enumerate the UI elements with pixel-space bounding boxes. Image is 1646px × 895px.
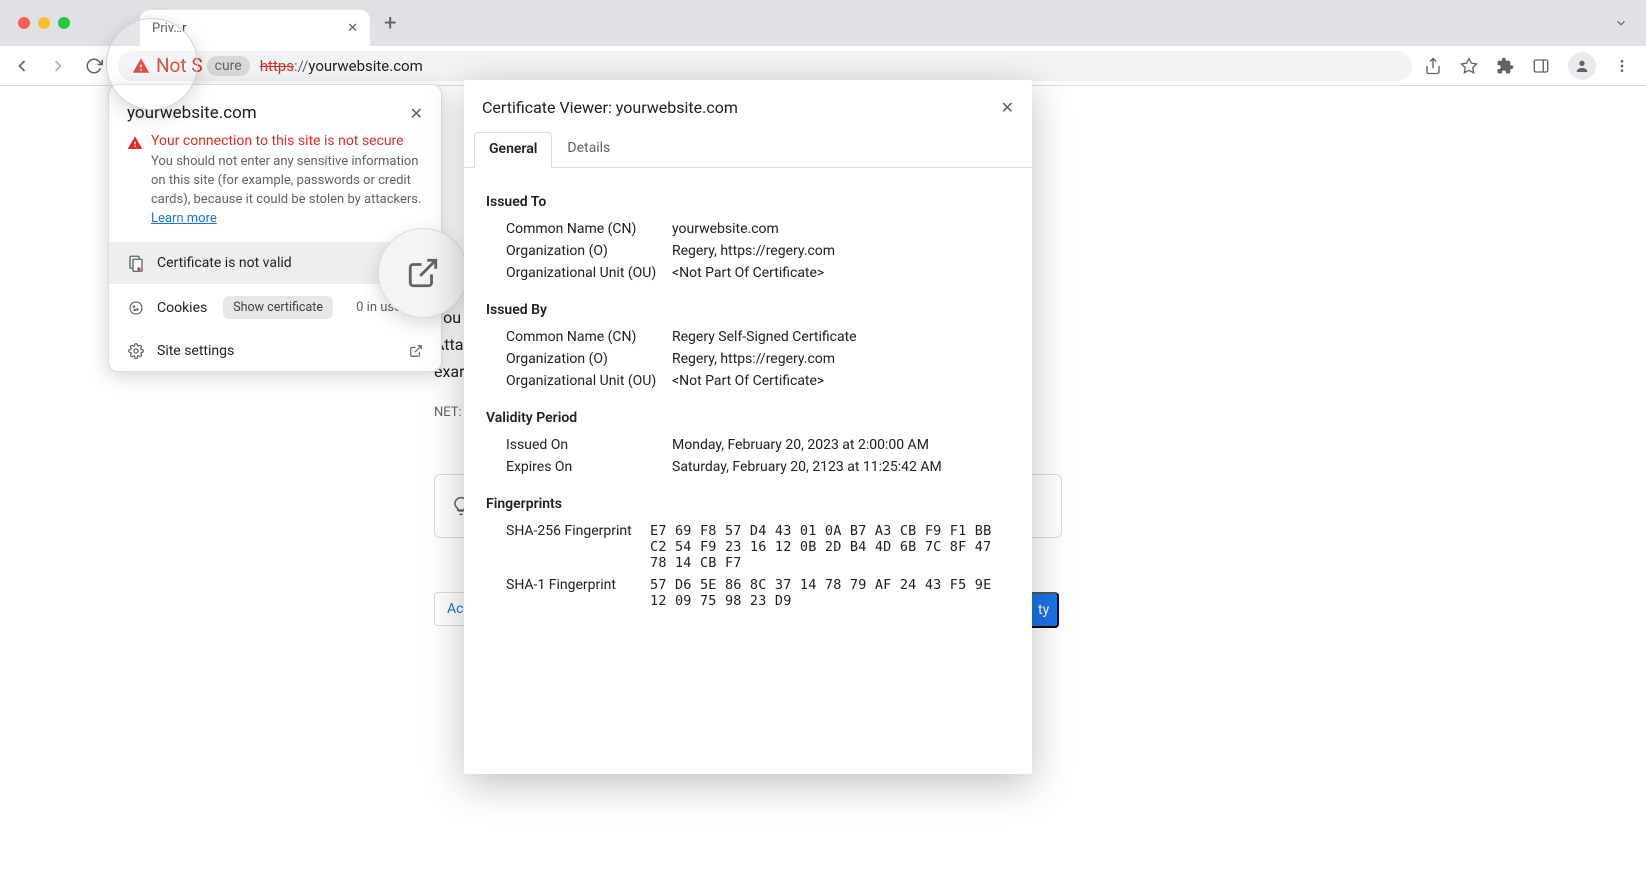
share-icon[interactable]	[1424, 57, 1442, 75]
section-validity: Validity Period	[486, 410, 1010, 426]
forward-button[interactable]	[46, 54, 70, 78]
toolbar-right	[1424, 52, 1630, 80]
show-certificate-tooltip: Show certificate	[223, 296, 333, 319]
cert-tabs: General Details	[464, 131, 1032, 168]
back-button[interactable]	[10, 54, 34, 78]
section-issued-by: Issued By	[486, 302, 1010, 318]
validity-expires-on: Saturday, February 20, 2123 at 11:25:42 …	[672, 459, 1010, 475]
issued-by-ou: <Not Part Of Certificate>	[672, 373, 1010, 389]
site-info-popup: yourwebsite.com ✕ Your connection to thi…	[108, 84, 442, 372]
site-settings-row[interactable]: Site settings	[109, 331, 441, 371]
external-link-icon	[406, 256, 440, 290]
certificate-viewer: Certificate Viewer: yourwebsite.com ✕ Ge…	[464, 80, 1032, 774]
window-controls	[18, 17, 70, 29]
warning-icon	[127, 135, 143, 151]
label-cn: Common Name (CN)	[506, 329, 672, 345]
close-tab-button[interactable]: ✕	[347, 21, 358, 36]
minimize-window-button[interactable]	[38, 17, 50, 29]
tab-details[interactable]: Details	[552, 131, 625, 167]
warning-icon	[132, 57, 150, 75]
issued-by-cn: Regery Self-Signed Certificate	[672, 329, 1010, 345]
label-sha256: SHA-256 Fingerprint	[506, 523, 650, 571]
tabs-overflow-button[interactable]	[1614, 16, 1628, 30]
sidepanel-icon[interactable]	[1532, 57, 1550, 75]
tab-strip: Priv…r ✕ +	[0, 0, 1646, 46]
fingerprint-sha1: 57 D6 5E 86 8C 37 14 78 79 AF 24 43 F5 9…	[650, 577, 1010, 609]
new-tab-button[interactable]: +	[384, 11, 396, 36]
label-o: Organization (O)	[506, 243, 672, 259]
gear-icon	[127, 343, 145, 359]
cert-body: Issued To Common Name (CN)yourwebsite.co…	[464, 168, 1032, 630]
profile-button[interactable]	[1568, 52, 1596, 80]
cert-viewer-title: Certificate Viewer: yourwebsite.com	[482, 98, 738, 117]
not-secure-label: Not S	[156, 54, 203, 77]
section-fingerprints: Fingerprints	[486, 496, 1010, 512]
menu-icon[interactable]	[1614, 58, 1630, 74]
reload-button[interactable]	[82, 54, 106, 78]
label-ou: Organizational Unit (OU)	[506, 373, 672, 389]
cookie-icon	[127, 300, 145, 316]
issued-to-o: Regery, https://regery.com	[672, 243, 1010, 259]
not-secure-chip[interactable]: Not Scure	[132, 54, 250, 77]
cookies-row-label: Cookies	[157, 300, 207, 316]
close-popup-button[interactable]: ✕	[410, 104, 423, 123]
label-o: Organization (O)	[506, 351, 672, 367]
fingerprint-sha256: E7 69 F8 57 D4 43 01 0A B7 A3 CB F9 F1 B…	[650, 523, 1010, 571]
close-cert-button[interactable]: ✕	[1001, 98, 1014, 117]
issued-to-cn: yourwebsite.com	[672, 221, 1010, 237]
section-issued-to: Issued To	[486, 194, 1010, 210]
tab-title: Priv…r	[152, 21, 187, 36]
certificate-row-label: Certificate is not valid	[157, 255, 292, 271]
address-bar[interactable]: Not Scure https://yourwebsite.com	[118, 51, 1412, 81]
certificate-icon	[127, 254, 145, 272]
validity-issued-on: Monday, February 20, 2023 at 2:00:00 AM	[672, 437, 1010, 453]
maximize-window-button[interactable]	[58, 17, 70, 29]
url-display: https://yourwebsite.com	[260, 57, 423, 75]
secure-suffix: cure	[207, 56, 250, 76]
label-issued-on: Issued On	[506, 437, 672, 453]
extensions-icon[interactable]	[1496, 57, 1514, 75]
external-link-highlight	[378, 228, 468, 318]
warning-body: You should not enter any sensitive infor…	[151, 153, 423, 228]
issued-to-ou: <Not Part Of Certificate>	[672, 265, 1010, 281]
warning-title: Your connection to this site is not secu…	[151, 133, 423, 149]
back-safety-button-fragment[interactable]: ty	[1028, 592, 1059, 628]
issued-by-o: Regery, https://regery.com	[672, 351, 1010, 367]
label-cn: Common Name (CN)	[506, 221, 672, 237]
external-link-icon	[409, 344, 423, 358]
browser-tab[interactable]: Priv…r ✕	[140, 10, 370, 46]
security-warning: Your connection to this site is not secu…	[109, 133, 441, 242]
site-settings-label: Site settings	[157, 343, 234, 359]
close-window-button[interactable]	[18, 17, 30, 29]
label-sha1: SHA-1 Fingerprint	[506, 577, 650, 609]
label-ou: Organizational Unit (OU)	[506, 265, 672, 281]
tab-general[interactable]: General	[474, 132, 552, 168]
learn-more-link[interactable]: Learn more	[151, 211, 217, 226]
bookmark-icon[interactable]	[1460, 57, 1478, 75]
label-expires-on: Expires On	[506, 459, 672, 475]
site-info-title: yourwebsite.com	[127, 103, 257, 123]
